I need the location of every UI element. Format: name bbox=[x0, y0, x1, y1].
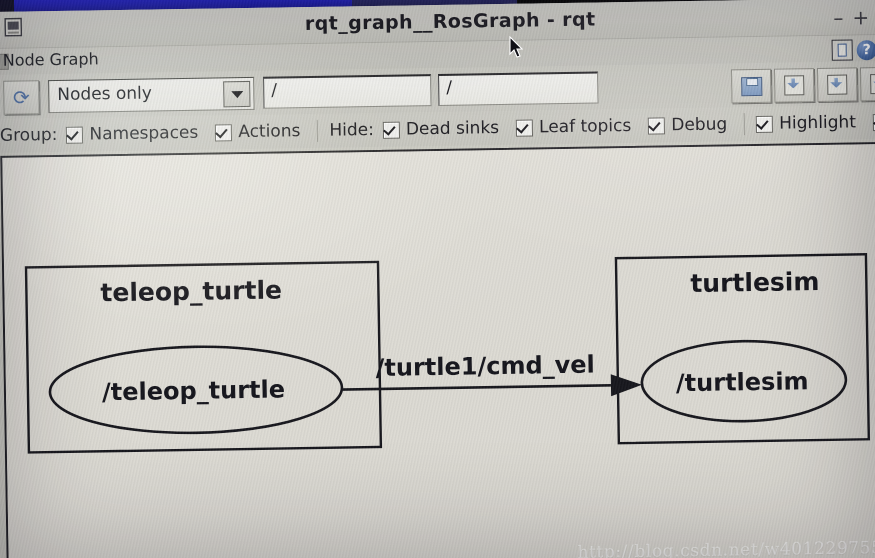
save-document-icon bbox=[784, 75, 805, 96]
options-divider-1 bbox=[317, 119, 319, 142]
photographed-screen: rqt_graph__RosGraph - rqt –+ Node Graph … bbox=[0, 0, 875, 558]
chevron-down-icon[interactable] bbox=[223, 80, 251, 108]
refresh-button[interactable]: ⟳ bbox=[3, 80, 40, 115]
help-icon[interactable]: ? bbox=[856, 39, 875, 60]
topic-filter-value: / bbox=[271, 80, 278, 101]
save-image-button[interactable] bbox=[730, 68, 772, 104]
checkbox-namespaces-box[interactable] bbox=[66, 126, 84, 144]
checkbox-namespaces-label: Namespaces bbox=[89, 122, 199, 145]
graph-type-combo[interactable]: Nodes only bbox=[48, 76, 255, 114]
checkbox-actions-box[interactable] bbox=[215, 123, 233, 141]
node-filter-value: / bbox=[446, 77, 453, 98]
edge-arrowhead-cmd-vel bbox=[610, 374, 642, 397]
cluster-title-turtlesim: turtlesim bbox=[690, 267, 820, 299]
checkbox-actions[interactable]: Actions bbox=[215, 121, 301, 143]
checkbox-actions-label: Actions bbox=[238, 121, 301, 143]
options-divider-2 bbox=[744, 113, 746, 136]
save-svg-button[interactable] bbox=[816, 67, 858, 103]
window-title: rqt_graph__RosGraph - rqt bbox=[304, 8, 596, 36]
graph-canvas[interactable]: teleop_turtle /teleop_turtle turtlesim /… bbox=[0, 141, 875, 558]
undock-icon[interactable] bbox=[831, 39, 853, 61]
save-document-icon bbox=[827, 74, 848, 95]
node-label-teleop[interactable]: /teleop_turtle bbox=[102, 375, 285, 406]
checkbox-dead-sinks-box[interactable] bbox=[382, 121, 400, 139]
edge-label-cmd-vel[interactable]: /turtle1/cmd_vel bbox=[375, 351, 595, 382]
checkbox-namespaces[interactable]: Namespaces bbox=[66, 123, 198, 145]
save-extra-button[interactable] bbox=[859, 66, 875, 102]
refresh-icon: ⟳ bbox=[12, 85, 30, 110]
save-document-icon bbox=[870, 73, 875, 95]
minimize-button[interactable]: – bbox=[833, 5, 852, 29]
rqt-main-window: rqt_graph__RosGraph - rqt –+ Node Graph … bbox=[0, 0, 875, 558]
checkbox-highlight-box[interactable] bbox=[756, 115, 774, 133]
hide-label: Hide: bbox=[329, 119, 375, 141]
node-filter-input[interactable]: / bbox=[438, 71, 599, 106]
dock-title: Node Graph bbox=[2, 49, 99, 70]
checkbox-leaf-topics-label: Leaf topics bbox=[538, 115, 632, 138]
window-controls[interactable]: –+ bbox=[833, 5, 875, 30]
graph-canvas-surface[interactable]: teleop_turtle /teleop_turtle turtlesim /… bbox=[2, 143, 875, 558]
save-dot-button[interactable] bbox=[773, 68, 815, 103]
floppy-icon bbox=[740, 76, 762, 96]
graph-type-combo-value: Nodes only bbox=[57, 83, 153, 105]
checkbox-highlight[interactable]: Highlight bbox=[756, 112, 856, 134]
checkbox-dead-sinks[interactable]: Dead sinks bbox=[382, 118, 500, 140]
dock-action-group: ? bbox=[831, 39, 875, 61]
node-label-turtlesim[interactable]: /turtlesim bbox=[676, 367, 809, 397]
graph-drawing bbox=[24, 253, 871, 454]
group-label: Group: bbox=[0, 124, 58, 146]
topic-filter-input[interactable]: / bbox=[263, 74, 432, 109]
checkbox-debug-label: Debug bbox=[671, 114, 728, 136]
checkbox-leaf-topics-box[interactable] bbox=[515, 118, 534, 137]
checkbox-debug-box[interactable] bbox=[648, 116, 666, 135]
checkbox-highlight-label: Highlight bbox=[779, 112, 857, 134]
maximize-button[interactable]: + bbox=[852, 5, 875, 29]
cluster-title-teleop: teleop_turtle bbox=[100, 275, 283, 308]
checkbox-leaf-topics[interactable]: Leaf topics bbox=[515, 115, 632, 138]
checkbox-debug[interactable]: Debug bbox=[648, 114, 727, 135]
edge-line-cmd-vel bbox=[341, 383, 611, 391]
checkbox-dead-sinks-label: Dead sinks bbox=[405, 118, 500, 140]
